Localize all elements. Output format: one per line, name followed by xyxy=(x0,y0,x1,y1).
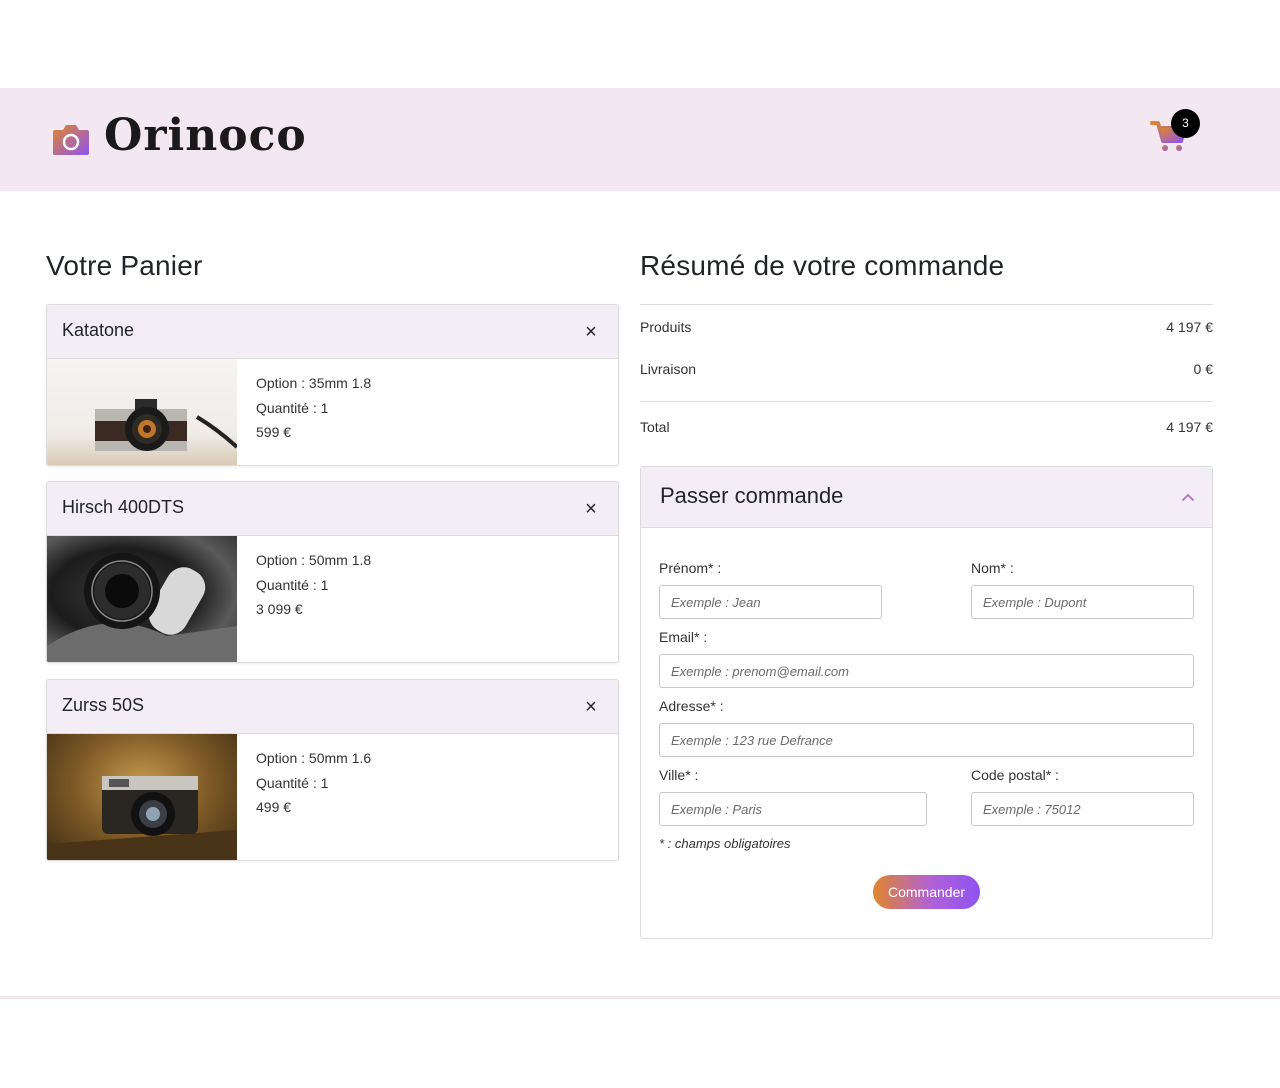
order-form-panel: Passer commande xyxy=(640,466,1213,939)
order-form-title: Passer commande xyxy=(660,483,844,508)
summary-products-row: Produits 4 197 € xyxy=(640,319,1213,335)
logo[interactable]: Orinoco xyxy=(52,108,307,164)
summary-title: Résumé de votre commande xyxy=(640,250,1005,281)
firstname-input[interactable] xyxy=(659,585,882,619)
lastname-input[interactable] xyxy=(971,585,1194,619)
summary-total-row: Total 4 197 € xyxy=(640,419,1213,435)
email-label: Email* : xyxy=(659,629,708,645)
city-input[interactable] xyxy=(659,792,927,826)
cart-item: Hirsch 400DTS × Option : 50mm 1.8 Quanti… xyxy=(46,481,619,663)
remove-item-button[interactable]: × xyxy=(580,696,602,718)
cart-count-badge: 3 xyxy=(1171,109,1200,138)
total-value: 4 197 € xyxy=(1166,419,1213,435)
item-quantity: Quantité : 1 xyxy=(256,774,329,791)
product-image xyxy=(47,734,237,860)
firstname-label: Prénom* : xyxy=(659,560,722,576)
delivery-value: 0 € xyxy=(1193,361,1213,377)
cart-item-name: Katatone xyxy=(62,320,135,340)
item-option: Option : 50mm 1.8 xyxy=(256,552,372,568)
address-input[interactable] xyxy=(659,723,1194,757)
cart-item-header: Katatone × xyxy=(47,305,618,359)
cart-title: Votre Panier xyxy=(46,250,203,281)
lastname-label: Nom* : xyxy=(971,560,1014,576)
product-image xyxy=(47,536,237,662)
order-form-toggle[interactable]: Passer commande xyxy=(641,467,1212,528)
logo-text: Orinoco xyxy=(104,110,307,161)
item-quantity: Quantité : 1 xyxy=(256,399,329,416)
address-label: Adresse* : xyxy=(659,698,724,714)
zip-label: Code postal* : xyxy=(971,767,1059,783)
cart-item: Katatone × Option : 35mm 1.8 Quantité : … xyxy=(46,304,619,466)
cart-item-header: Zurss 50S × xyxy=(47,680,618,734)
remove-item-button[interactable]: × xyxy=(580,498,602,520)
footer-divider xyxy=(0,996,1280,999)
zip-input[interactable] xyxy=(971,792,1194,826)
delivery-label: Livraison xyxy=(640,361,697,377)
total-label: Total xyxy=(640,419,670,435)
email-input[interactable] xyxy=(659,654,1194,688)
remove-item-button[interactable]: × xyxy=(580,321,602,343)
item-price: 599 € xyxy=(256,424,292,441)
chevron-up-icon xyxy=(1182,494,1194,501)
required-note: * : champs obligatoires xyxy=(659,836,791,851)
city-label: Ville* : xyxy=(659,767,699,783)
products-label: Produits xyxy=(640,319,692,335)
item-quantity: Quantité : 1 xyxy=(256,576,329,593)
summary-delivery-row: Livraison 0 € xyxy=(640,361,1213,377)
divider xyxy=(640,304,1213,305)
item-option: Option : 35mm 1.8 xyxy=(256,375,372,391)
cart-item-name: Hirsch 400DTS xyxy=(62,497,185,517)
item-price: 3 099 € xyxy=(256,601,303,618)
submit-order-button[interactable]: Commander xyxy=(873,875,980,909)
camera-icon xyxy=(52,124,90,156)
item-option: Option : 50mm 1.6 xyxy=(256,750,372,766)
cart-item-name: Zurss 50S xyxy=(62,695,145,715)
product-image xyxy=(47,359,239,465)
cart-item: Zurss 50S × Option : 50mm 1.6 Quantité :… xyxy=(46,679,619,861)
products-value: 4 197 € xyxy=(1166,319,1213,335)
cart-item-header: Hirsch 400DTS × xyxy=(47,482,618,536)
item-price: 499 € xyxy=(256,799,292,816)
divider xyxy=(640,401,1213,402)
